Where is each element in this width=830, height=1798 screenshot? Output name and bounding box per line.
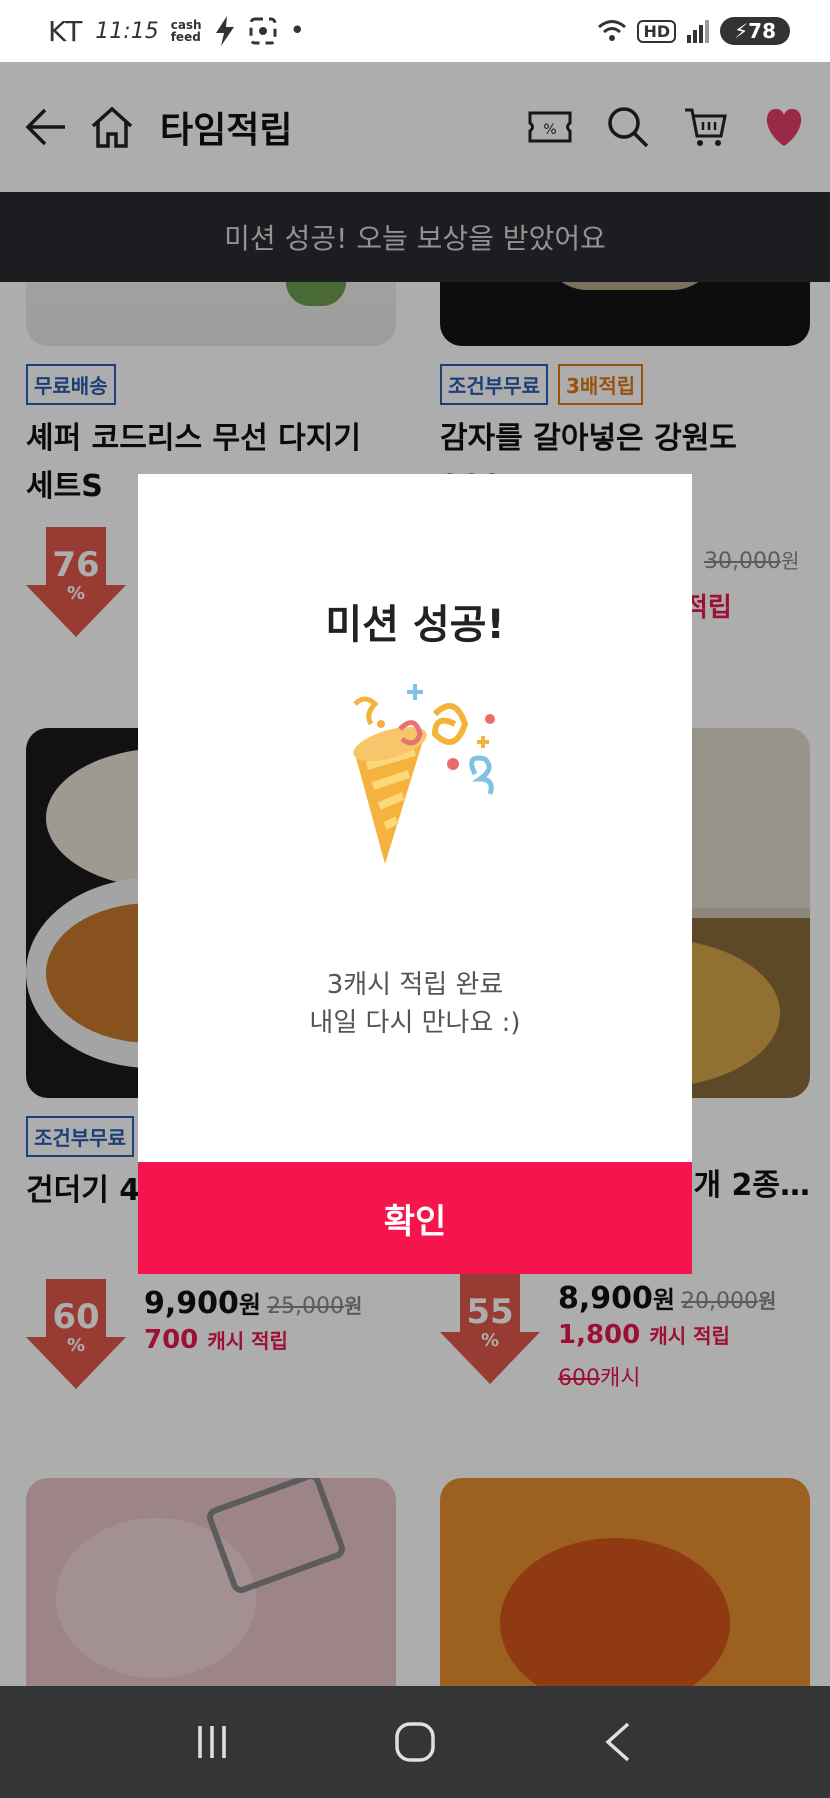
notification-dot: • — [289, 16, 305, 46]
wifi-icon — [598, 20, 627, 41]
hd-badge: HD — [637, 19, 677, 43]
recent-apps-icon[interactable] — [182, 1712, 242, 1772]
status-bar: KT 11:15 cash feed • HD ⚡78 — [0, 0, 830, 62]
clock: 11:15 — [95, 18, 159, 44]
cashfeed-icon: cash feed — [171, 19, 202, 43]
dialog-message: 3캐시 적립 완료 내일 다시 만나요 :) — [138, 966, 692, 1042]
screenshot-icon — [249, 17, 277, 45]
back-chevron-icon[interactable] — [588, 1712, 648, 1772]
signal-icon — [687, 20, 710, 43]
battery-indicator: ⚡78 — [720, 17, 790, 45]
dialog-title: 미션 성공! — [325, 602, 505, 648]
battery-level: 78 — [748, 19, 776, 43]
system-nav-bar — [0, 1686, 830, 1798]
party-popper-icon — [353, 684, 495, 864]
bolt-icon — [215, 16, 234, 46]
mission-success-dialog: 미션 성공! 3캐시 적립 완료 내일 다시 만나요 :) 확인 — [138, 474, 692, 1274]
confirm-button[interactable]: 확인 — [138, 1162, 692, 1274]
dialog-line-2: 내일 다시 만나요 :) — [309, 1008, 521, 1038]
home-circle-icon[interactable] — [385, 1712, 445, 1772]
dialog-line-1: 3캐시 적립 완료 — [326, 970, 504, 1000]
cashfeed-bottom: feed — [170, 30, 201, 44]
carrier-label: KT — [48, 14, 84, 48]
